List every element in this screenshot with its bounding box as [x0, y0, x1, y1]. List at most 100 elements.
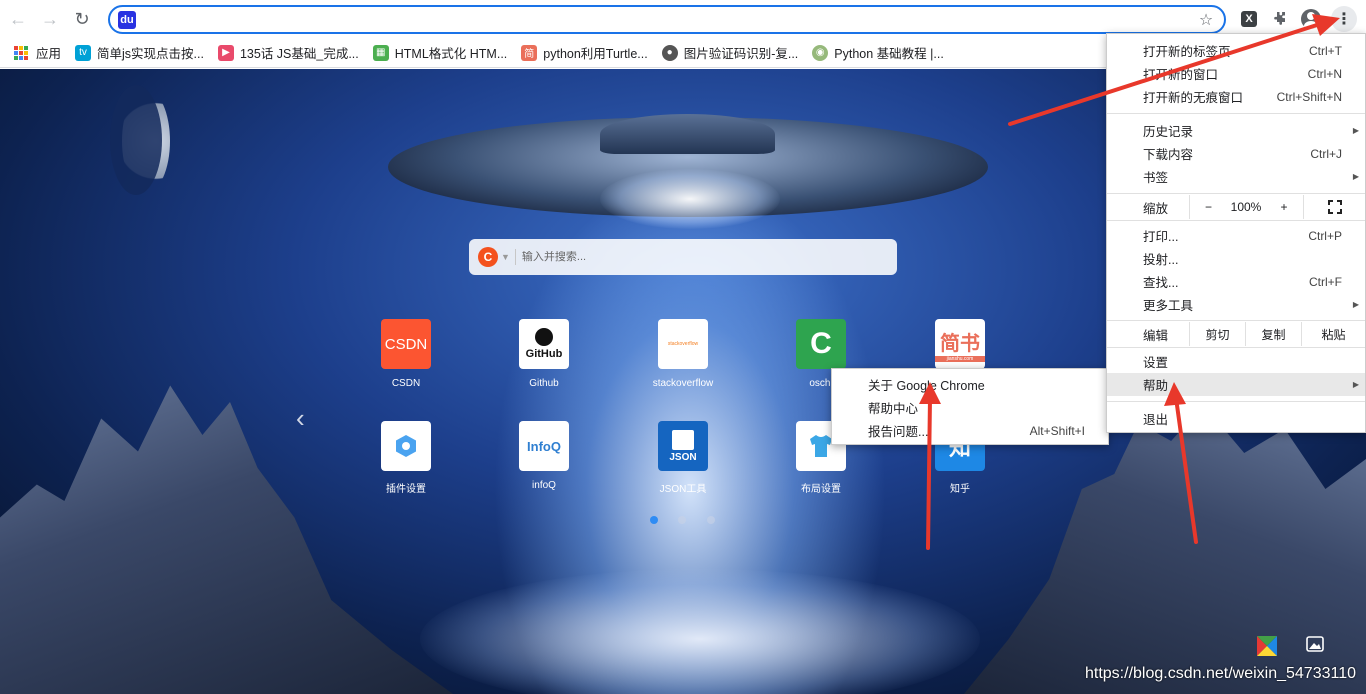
- wallpaper-image-icon[interactable]: [1305, 634, 1329, 658]
- zoom-label: 缩放: [1107, 198, 1189, 217]
- bookmark-item[interactable]: tv 简单js实现点击按...: [75, 43, 204, 62]
- reload-icon[interactable]: ↻: [68, 5, 96, 33]
- tile-json-tool[interactable]: JSON JSON工具: [638, 421, 728, 501]
- menu-item-label: 打开新的无痕窗口: [1143, 87, 1243, 106]
- tile-label: CSDN: [361, 378, 451, 389]
- menu-item-label: 帮助: [1143, 375, 1168, 394]
- menu-item-label: 下载内容: [1143, 144, 1193, 163]
- back-arrow-icon[interactable]: ←: [4, 5, 32, 33]
- menu-separator: [1107, 220, 1365, 221]
- menu-separator: [1107, 113, 1365, 114]
- menu-item-new-window[interactable]: 打开新的窗口Ctrl+N: [1107, 62, 1365, 85]
- chevron-right-icon: ▶: [1353, 380, 1359, 389]
- menu-item-find[interactable]: 查找...Ctrl+F: [1107, 270, 1365, 293]
- menu-item-settings[interactable]: 设置: [1107, 350, 1365, 373]
- address-bar[interactable]: du ☆: [108, 5, 1226, 34]
- profile-avatar-icon[interactable]: [1300, 8, 1322, 30]
- extension-x-icon[interactable]: X: [1238, 8, 1260, 30]
- fullscreen-icon[interactable]: [1303, 195, 1365, 219]
- edit-row: 编辑 剪切 复制 粘贴: [1107, 322, 1365, 346]
- menu-item-label: 打开新的窗口: [1143, 64, 1218, 83]
- shortcut-label: Alt+Shift+I: [1030, 424, 1085, 438]
- tile-infoq[interactable]: InfoQ infoQ: [499, 421, 589, 501]
- pager-dot-3[interactable]: [707, 516, 715, 524]
- zoom-in-button[interactable]: +: [1265, 195, 1303, 219]
- pager-dot-1[interactable]: [650, 516, 658, 524]
- menu-item-report-issue[interactable]: 报告问题... Alt+Shift+I: [832, 419, 1108, 442]
- puzzle-extensions-icon[interactable]: [1268, 8, 1290, 30]
- moon-shadow-decoration: [110, 85, 162, 195]
- menu-item-cast[interactable]: 投射...: [1107, 247, 1365, 270]
- jianshu-favicon-icon: 简: [521, 45, 537, 61]
- address-input[interactable]: [142, 12, 1194, 28]
- zoom-out-button[interactable]: −: [1189, 195, 1227, 219]
- search-engine-icon[interactable]: C: [478, 247, 498, 267]
- bookmark-label: 应用: [36, 43, 61, 62]
- menu-item-label: 退出: [1143, 409, 1168, 428]
- bookmark-item[interactable]: 简 python利用Turtle...: [521, 43, 647, 62]
- cut-button[interactable]: 剪切: [1189, 322, 1245, 346]
- bookmark-label: HTML格式化 HTM...: [395, 43, 508, 62]
- menu-item-history[interactable]: 历史记录▶: [1107, 119, 1365, 142]
- left-mountain-decoration: [0, 369, 460, 694]
- bookmark-item[interactable]: ● 图片验证码识别-复...: [662, 43, 799, 62]
- menu-item-label: 打印...: [1143, 226, 1178, 245]
- chevron-down-icon[interactable]: ▼: [501, 252, 510, 262]
- bookmark-apps[interactable]: 应用: [14, 43, 61, 62]
- menu-item-label: 关于 Google Chrome: [868, 375, 985, 394]
- shortcut-label: Ctrl+F: [1309, 275, 1342, 289]
- menu-separator: [1107, 193, 1365, 194]
- bookmark-label: Python 基础教程 |...: [834, 43, 944, 62]
- forward-arrow-icon[interactable]: →: [36, 5, 64, 33]
- bookmark-item[interactable]: ▶ 135话 JS基础_完成...: [218, 43, 359, 62]
- bookmark-item[interactable]: ◉ Python 基础教程 |...: [812, 43, 944, 62]
- shortcut-label: Ctrl+Shift+N: [1277, 90, 1342, 104]
- csdn-logo-icon: CSDN: [381, 319, 431, 369]
- shortcut-label: Ctrl+T: [1309, 44, 1342, 58]
- colorful-app-icon[interactable]: [1255, 634, 1279, 658]
- watermark-text: https://blog.csdn.net/weixin_54733110: [1085, 665, 1356, 683]
- menu-item-label: 报告问题...: [868, 421, 928, 440]
- search-input[interactable]: [522, 251, 897, 263]
- stackoverflow-logo-icon: stackoverflow: [658, 319, 708, 369]
- menu-item-label: 历史记录: [1143, 121, 1193, 140]
- github-logo-icon: GitHub: [519, 319, 569, 369]
- tile-label: 布局设置: [776, 480, 866, 495]
- menu-item-bookmarks[interactable]: 书签▶: [1107, 165, 1365, 188]
- tile-stackoverflow[interactable]: stackoverflow stackoverflow: [638, 319, 728, 399]
- shortcut-label: Ctrl+J: [1310, 147, 1342, 161]
- infoq-logo-icon: InfoQ: [519, 421, 569, 471]
- chrome-main-menu: 打开新的标签页 Ctrl+T 打开新的窗口Ctrl+N 打开新的无痕窗口 Ctrl+…: [1106, 33, 1366, 433]
- menu-item-exit[interactable]: 退出: [1107, 407, 1365, 430]
- menu-item-new-tab[interactable]: 打开新的标签页 Ctrl+T: [1107, 39, 1365, 62]
- menu-item-help-center[interactable]: 帮助中心: [832, 396, 1108, 419]
- menu-item-help[interactable]: 帮助 ▶: [1107, 373, 1365, 396]
- bookmark-label: 简单js实现点击按...: [97, 43, 204, 62]
- menu-item-more-tools[interactable]: 更多工具▶: [1107, 293, 1365, 316]
- menu-item-label: 设置: [1143, 352, 1168, 371]
- bookmark-item[interactable]: ▦ HTML格式化 HTM...: [373, 43, 508, 62]
- puzzle-favicon-icon: ▦: [373, 45, 389, 61]
- menu-separator: [1107, 320, 1365, 321]
- tile-label: stackoverflow: [638, 378, 728, 389]
- menu-item-about-chrome[interactable]: 关于 Google Chrome: [832, 373, 1108, 396]
- previous-page-arrow-icon[interactable]: ‹: [296, 403, 305, 434]
- menu-item-print[interactable]: 打印...Ctrl+P: [1107, 224, 1365, 247]
- menu-item-label: 书签: [1143, 167, 1168, 186]
- globe-favicon-icon: ●: [662, 45, 678, 61]
- menu-separator: [1107, 401, 1365, 402]
- menu-item-label: 帮助中心: [868, 398, 918, 417]
- menu-item-label: 打开新的标签页: [1143, 41, 1231, 60]
- tile-github[interactable]: GitHub Github: [499, 319, 589, 399]
- star-icon[interactable]: ☆: [1194, 10, 1218, 30]
- paste-button[interactable]: 粘贴: [1301, 322, 1365, 346]
- menu-item-downloads[interactable]: 下载内容 Ctrl+J: [1107, 142, 1365, 165]
- tile-plugin-settings[interactable]: 插件设置: [361, 421, 451, 501]
- copy-button[interactable]: 复制: [1245, 322, 1301, 346]
- menu-item-incognito[interactable]: 打开新的无痕窗口 Ctrl+Shift+N: [1107, 85, 1365, 108]
- tile-csdn[interactable]: CSDN CSDN: [361, 319, 451, 399]
- bookmark-label: python利用Turtle...: [543, 43, 647, 62]
- pager-dot-2[interactable]: [678, 516, 686, 524]
- zoom-row: 缩放 − 100% +: [1107, 195, 1365, 219]
- chrome-menu-kebab-icon[interactable]: ⋮: [1331, 6, 1357, 32]
